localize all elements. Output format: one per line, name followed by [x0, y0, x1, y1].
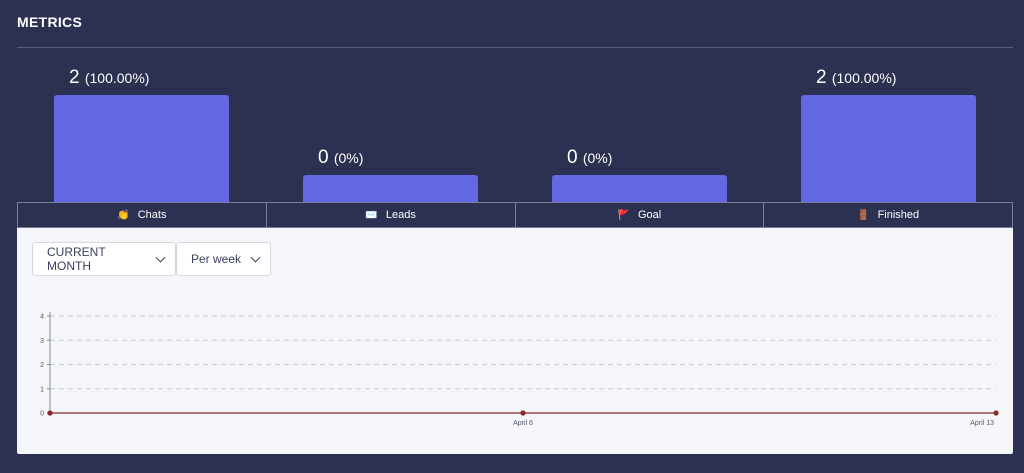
- y-tick-label: 3: [40, 338, 44, 345]
- envelope-icon: ✉️: [365, 209, 378, 221]
- tab-finished[interactable]: 🚪 Finished: [764, 203, 1012, 227]
- y-tick-label: 1: [40, 386, 44, 393]
- metric-count: 2: [69, 67, 80, 88]
- y-tick-label: 4: [40, 314, 44, 321]
- metric-count: 0: [567, 147, 578, 168]
- chart-panel: CURRENT MONTH Per week 0 1 2 3 4 April 6 April…: [17, 228, 1013, 454]
- tab-chats[interactable]: 👏 Chats: [18, 203, 267, 227]
- metric-label: 2 (100.00%): [816, 67, 896, 89]
- page-title: METRICS: [17, 14, 83, 30]
- y-tick-label: 2: [40, 362, 44, 369]
- metric-goal: 0 (0%): [515, 48, 764, 203]
- tab-label: Finished: [877, 209, 920, 221]
- flag-icon: 🚩: [617, 209, 630, 221]
- clap-icon: 👏: [117, 209, 130, 221]
- metric-percent: (0%): [582, 150, 613, 166]
- line-chart: 0 1 2 3 4 April 6 April 13: [40, 312, 999, 427]
- metric-bar: [54, 95, 229, 203]
- metric-percent: (100.00%): [831, 70, 897, 86]
- metric-label: 0 (0%): [318, 147, 363, 169]
- metrics-bars: 2 (100.00%) 0 (0%) 0 (0%) 2 (100.00%): [17, 48, 1013, 203]
- metric-count: 2: [816, 67, 827, 88]
- tab-goal[interactable]: 🚩 Goal: [516, 203, 765, 227]
- tab-label: Leads: [385, 209, 416, 221]
- tab-leads[interactable]: ✉️ Leads: [267, 203, 516, 227]
- y-tick-label: 0: [40, 411, 44, 418]
- metric-chats: 2 (100.00%): [17, 48, 266, 203]
- metric-leads: 0 (0%): [266, 48, 515, 203]
- metric-percent: (0%): [333, 150, 364, 166]
- metric-bar: [303, 175, 478, 203]
- x-tick-label: April 13: [970, 420, 994, 427]
- data-point: [520, 410, 526, 416]
- metric-count: 0: [318, 147, 329, 168]
- x-tick-label: April 6: [513, 420, 533, 427]
- metric-bar: [552, 175, 727, 203]
- metric-label: 2 (100.00%): [69, 67, 149, 89]
- door-icon: 🚪: [857, 209, 870, 221]
- metric-percent: (100.00%): [84, 70, 150, 86]
- data-point: [993, 410, 999, 416]
- tab-label: Chats: [137, 209, 167, 221]
- metric-bar: [801, 95, 976, 203]
- metric-label: 0 (0%): [567, 147, 612, 169]
- tab-label: Goal: [637, 209, 662, 221]
- data-point: [47, 410, 53, 416]
- metric-tabs: 👏 Chats ✉️ Leads 🚩 Goal 🚪 Finished: [17, 202, 1013, 228]
- metric-finished: 2 (100.00%): [764, 48, 1013, 203]
